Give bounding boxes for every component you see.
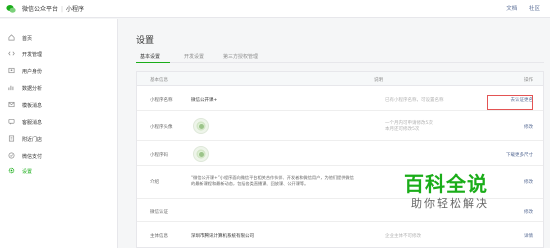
row-content: 微信公开课+ [191, 98, 218, 103]
service-icon [8, 118, 15, 125]
header-operation: 操作 [524, 78, 533, 83]
sidebar-item-label: 模板消息 [22, 103, 43, 109]
sidebar-item-label: 附近门店 [22, 137, 43, 143]
settings-table: 基本信息 说明 操作 小程序名称 微信公开课+ 已有小程序名称，可设置名称 去认… [136, 71, 544, 248]
watermark-subtitle: 助你轻松解决 [411, 197, 489, 210]
product-name: 小程序 [66, 6, 85, 13]
community-link[interactable]: 社区 [529, 6, 540, 12]
highlight-box [487, 95, 533, 110]
sidebar-item-label: 用户身份 [22, 69, 43, 75]
mini-program-code [193, 146, 209, 162]
active-tab-indicator [136, 62, 170, 63]
row-label: 介绍 [150, 180, 159, 185]
sidebar-item-label: 数据分析 [22, 86, 43, 92]
header-description: 说明 [374, 78, 383, 83]
chart-icon [8, 85, 14, 91]
modify-certification-link[interactable]: 修改 [524, 209, 533, 215]
brand-separator: | [61, 6, 64, 13]
row-content: “微信公开课+”小程序面向微信平台相关合作伙伴、开发者和微信用户，为他们提供微信… [191, 175, 354, 186]
sidebar-item-home[interactable]: 首页 [0, 31, 118, 45]
sidebar-item-wechat-pay[interactable]: 微信支付 [0, 149, 118, 163]
table-row: 主体信息 深圳市腾讯计算机系统有限公司 企业主体不可修改 详情 [137, 223, 543, 247]
sidebar-item-users[interactable]: 用户身份 [0, 64, 118, 78]
brand-name: 微信公众平台 [22, 6, 59, 13]
watermark: 百科全说 助你轻松解决 [384, 168, 504, 220]
tab-third-party-auth[interactable]: 第三方授权管理 [223, 53, 258, 60]
gear-icon [8, 167, 15, 174]
wechat-logo-icon [6, 5, 16, 13]
sidebar-item-label: 开发管理 [22, 52, 43, 58]
sidebar-item-label: 设置 [22, 169, 33, 175]
sidebar-item-analytics[interactable]: 数据分析 [0, 81, 118, 95]
row-label: 微信认证 [150, 210, 168, 215]
docs-link[interactable]: 文档 [506, 6, 517, 12]
table-header: 基本信息 说明 操作 [137, 72, 543, 86]
download-more-sizes-link[interactable]: 下载更多尺寸 [506, 152, 533, 158]
tab-dev-settings[interactable]: 开发设置 [184, 53, 204, 60]
message-icon [8, 101, 15, 108]
row-label: 小程序码 [150, 153, 168, 158]
modify-avatar-link[interactable]: 修改 [524, 124, 533, 130]
row-label: 小程序头像 [150, 125, 173, 130]
row-label: 主体信息 [150, 234, 168, 239]
table-row: 小程序码 下载更多尺寸 [137, 142, 543, 166]
sidebar-item-label: 微信支付 [22, 154, 43, 160]
sidebar-item-label: 首页 [22, 36, 33, 42]
modify-intro-link[interactable]: 修改 [524, 179, 533, 185]
brand: 微信公众平台 | 小程序 [22, 4, 84, 13]
tab-bar: 基本设置 开发设置 第三方授权管理 [136, 51, 544, 63]
watermark-title: 百科全说 [404, 172, 488, 196]
store-icon [8, 135, 15, 142]
pay-icon [8, 152, 15, 159]
sidebar-item-customer-service[interactable]: 客服消息 [0, 115, 118, 129]
tab-basic-settings[interactable]: 基本设置 [140, 53, 160, 60]
table-row: 小程序头像 一个月内可申请修改5次 本月还可修改5次 修改 [137, 112, 543, 141]
row-label: 小程序名称 [150, 98, 173, 103]
sidebar-item-label: 客服消息 [22, 120, 43, 126]
home-icon [8, 34, 15, 41]
top-bar: 微信公众平台 | 小程序 文档 社区 [0, 0, 550, 18]
row-description: 企业主体不可修改 [385, 234, 421, 239]
sidebar: 首页 开发管理 用户身份 数据分析 模板消息 客服消息 附近门店 微信支付 设置 [0, 19, 118, 248]
sidebar-item-settings[interactable]: 设置 [0, 164, 118, 178]
sidebar-item-dev[interactable]: 开发管理 [0, 47, 118, 61]
page-title: 设置 [136, 36, 155, 46]
user-icon [8, 67, 15, 74]
row-content: 深圳市腾讯计算机系统有限公司 [191, 234, 254, 239]
row-description: 已有小程序名称，可设置名称 [385, 98, 444, 103]
avatar [193, 118, 209, 134]
row-description: 一个月内可申请修改5次 本月还可修改5次 [385, 121, 433, 132]
table-row: 小程序名称 微信公开课+ 已有小程序名称，可设置名称 去认证更名 [137, 87, 543, 111]
subject-details-link[interactable]: 详情 [524, 233, 533, 239]
header-basic-info: 基本信息 [150, 78, 168, 83]
sidebar-item-nearby-stores[interactable]: 附近门店 [0, 132, 118, 146]
sidebar-item-template-messages[interactable]: 模板消息 [0, 98, 118, 112]
code-icon [8, 51, 15, 56]
top-links: 文档 社区 [496, 4, 540, 12]
